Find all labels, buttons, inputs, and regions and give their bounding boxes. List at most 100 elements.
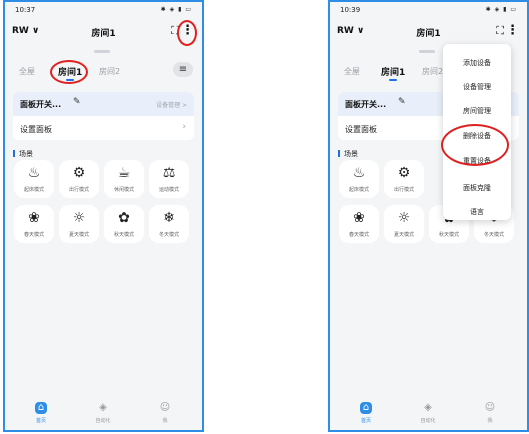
menu-item-language[interactable]: 语言 bbox=[443, 207, 511, 217]
scene-travel[interactable]: ⚙ 出行模式 bbox=[384, 160, 424, 198]
panel-header-row[interactable]: 面板开关... ✎ 设备管理 > bbox=[13, 92, 194, 116]
nav-automation[interactable]: ◈ 自动化 bbox=[408, 402, 448, 424]
section-marker bbox=[13, 150, 15, 157]
scene-summer[interactable]: ☼ 夏天模式 bbox=[59, 205, 99, 243]
menu-item-delete-device[interactable]: 删除设备 bbox=[443, 131, 511, 141]
nav-home[interactable]: ⌂ 首页 bbox=[21, 402, 61, 424]
scene-wake[interactable]: ♨ 起床模式 bbox=[339, 160, 379, 198]
scene-spring[interactable]: ❀ 春天模式 bbox=[339, 205, 379, 243]
leisure-icon: ☕ bbox=[117, 165, 131, 181]
automation-icon: ◈ bbox=[424, 402, 432, 413]
panel-name: 面板开关... bbox=[20, 100, 62, 109]
profile-icon: ☺ bbox=[159, 402, 171, 413]
scene-label: 出行模式 bbox=[393, 187, 414, 193]
scene-sport[interactable]: ⚖ 运动模式 bbox=[149, 160, 189, 198]
scene-label: 秋天模式 bbox=[438, 232, 459, 238]
drag-handle bbox=[94, 50, 110, 53]
status-time: 10:39 bbox=[340, 6, 361, 14]
panel-settings-label[interactable]: 设置面板 bbox=[20, 124, 52, 135]
panel-card: 面板开关... ✎ 设备管理 > 设置面板 › bbox=[13, 92, 194, 140]
scene-section-label: 场景 bbox=[338, 149, 358, 159]
scene-section-label: 场景 bbox=[13, 149, 33, 159]
tab-room2[interactable]: 房间2 bbox=[99, 66, 120, 77]
device-manage-link[interactable]: 设备管理 > bbox=[156, 100, 187, 109]
tab-room1[interactable]: 房间1 bbox=[381, 65, 405, 78]
tab-all[interactable]: 全屋 bbox=[344, 66, 360, 77]
summer-icon: ☼ bbox=[72, 210, 86, 226]
menu-item-room-manage[interactable]: 房间管理 bbox=[443, 106, 511, 116]
menu-item-panel-clone[interactable]: 面板克隆 bbox=[443, 183, 511, 193]
winter-icon: ❄ bbox=[163, 210, 175, 226]
scene-autumn[interactable]: ✿ 秋天模式 bbox=[104, 205, 144, 243]
scene-spring[interactable]: ❀ 春天模式 bbox=[14, 205, 54, 243]
scene-label: 秋天模式 bbox=[113, 232, 134, 238]
nav-label: 首页 bbox=[360, 418, 371, 424]
active-tab-indicator bbox=[66, 79, 74, 81]
nav-home[interactable]: ⌂ 首页 bbox=[346, 402, 386, 424]
edit-icon[interactable]: ✎ bbox=[73, 97, 81, 107]
autumn-icon: ✿ bbox=[118, 210, 130, 226]
nav-automation[interactable]: ◈ 自动化 bbox=[83, 402, 123, 424]
menu-item-add-device[interactable]: 添加设备 bbox=[443, 58, 511, 68]
scene-label: 休闲模式 bbox=[113, 187, 134, 193]
menu-item-device-manage[interactable]: 设备管理 bbox=[443, 82, 511, 92]
spring-icon: ❀ bbox=[353, 210, 365, 226]
scene-label: 夏天模式 bbox=[68, 232, 89, 238]
status-bar: 10:39 ✱ ◈ ▮ ▭ bbox=[330, 6, 527, 16]
scene-label-text: 场景 bbox=[344, 150, 358, 158]
status-icons: ✱ ◈ ▮ ▭ bbox=[160, 6, 192, 13]
nav-me[interactable]: ☺ 我 bbox=[145, 402, 185, 424]
panel-name: 面板开关... bbox=[345, 100, 387, 109]
scene-leisure[interactable]: ☕ 休闲模式 bbox=[104, 160, 144, 198]
profile-icon: ☺ bbox=[484, 402, 496, 413]
travel-icon: ⚙ bbox=[72, 165, 86, 181]
scene-label: 出行模式 bbox=[68, 187, 89, 193]
more-menu-icon[interactable]: ⋮ bbox=[506, 23, 519, 38]
nav-label: 我 bbox=[162, 418, 168, 424]
menu-item-reset-device[interactable]: 重置设备 bbox=[443, 156, 511, 166]
scan-icon[interactable]: ⛶ bbox=[171, 24, 179, 38]
room-tabs: 全屋 房间1 房间2 ≡ bbox=[5, 62, 202, 82]
top-bar: RW ∨ 房间1 ⛶ ⋮ bbox=[330, 23, 527, 42]
sport-icon: ⚖ bbox=[162, 165, 176, 181]
nav-label: 自动化 bbox=[95, 418, 111, 424]
dropdown-menu: 添加设备 设备管理 房间管理 删除设备 重置设备 面板克隆 语言 bbox=[443, 44, 511, 220]
scene-summer[interactable]: ☼ 夏天模式 bbox=[384, 205, 424, 243]
section-marker bbox=[338, 150, 340, 157]
scene-label: 冬天模式 bbox=[483, 232, 504, 238]
scene-winter[interactable]: ❄ 冬天模式 bbox=[149, 205, 189, 243]
menu-icon[interactable]: ≡ bbox=[173, 62, 193, 77]
automation-icon: ◈ bbox=[99, 402, 107, 413]
scene-travel[interactable]: ⚙ 出行模式 bbox=[59, 160, 99, 198]
summer-icon: ☼ bbox=[397, 210, 411, 226]
wake-icon: ♨ bbox=[352, 165, 366, 181]
scene-label: 起床模式 bbox=[348, 187, 369, 193]
more-menu-icon[interactable]: ⋮ bbox=[181, 23, 194, 38]
tab-all[interactable]: 全屋 bbox=[19, 66, 35, 77]
spring-icon: ❀ bbox=[28, 210, 40, 226]
nav-label: 自动化 bbox=[420, 418, 436, 424]
scan-icon[interactable]: ⛶ bbox=[496, 24, 504, 38]
scene-wake[interactable]: ♨ 起床模式 bbox=[14, 160, 54, 198]
scene-label: 运动模式 bbox=[158, 187, 179, 193]
scene-label-text: 场景 bbox=[19, 150, 33, 158]
bottom-nav: ⌂ 首页 ◈ 自动化 ☺ 我 bbox=[5, 400, 202, 430]
scene-label: 冬天模式 bbox=[158, 232, 179, 238]
bottom-nav: ⌂ 首页 ◈ 自动化 ☺ 我 bbox=[330, 400, 527, 430]
wake-icon: ♨ bbox=[27, 165, 41, 181]
scene-label: 春天模式 bbox=[23, 232, 44, 238]
tab-room1[interactable]: 房间1 bbox=[58, 65, 82, 78]
tab-room2[interactable]: 房间2 bbox=[422, 66, 443, 77]
status-bar: 10:37 ✱ ◈ ▮ ▭ bbox=[5, 6, 202, 16]
edit-icon[interactable]: ✎ bbox=[398, 97, 406, 107]
phone-screen-1: 10:37 ✱ ◈ ▮ ▭ RW ∨ 房间1 ⛶ ⋮ 全屋 房间1 房间2 ≡ … bbox=[3, 0, 204, 432]
chevron-right-icon: › bbox=[182, 122, 186, 132]
status-icons: ✱ ◈ ▮ ▭ bbox=[485, 6, 517, 13]
top-bar: RW ∨ 房间1 ⛶ ⋮ bbox=[5, 23, 202, 42]
panel-settings-label[interactable]: 设置面板 bbox=[345, 124, 377, 135]
home-icon: ⌂ bbox=[360, 402, 372, 414]
nav-me[interactable]: ☺ 我 bbox=[470, 402, 510, 424]
drag-handle bbox=[419, 50, 435, 53]
nav-label: 我 bbox=[487, 418, 493, 424]
scene-label: 夏天模式 bbox=[393, 232, 414, 238]
